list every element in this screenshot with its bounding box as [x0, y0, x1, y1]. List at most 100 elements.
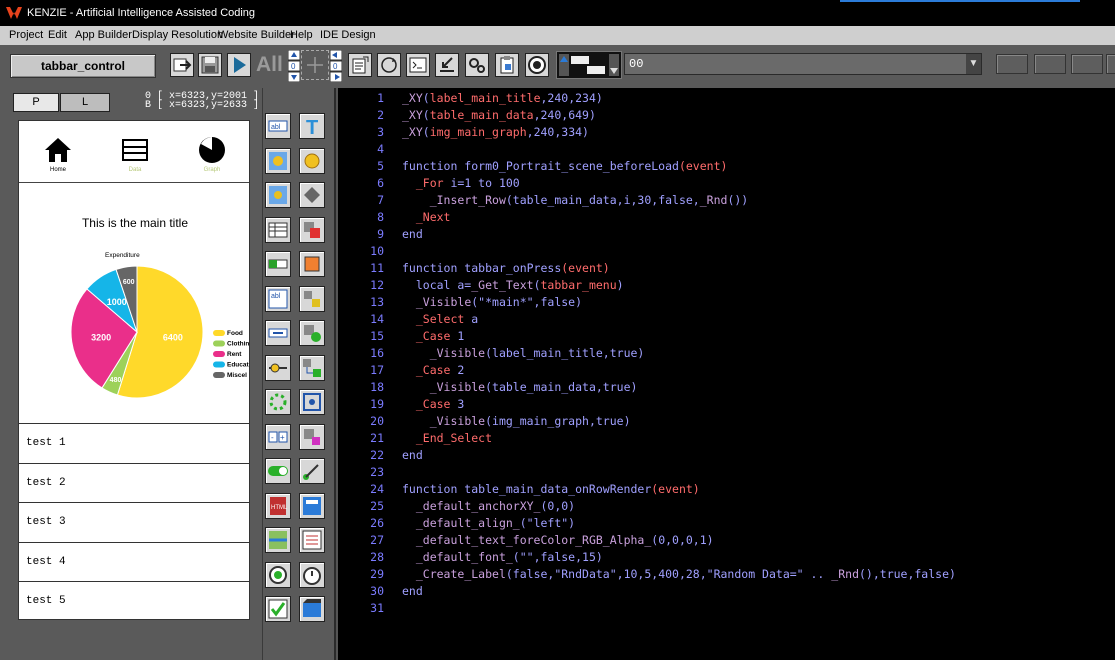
- code-line[interactable]: _Create_Label(false,"RndData",10,5,400,2…: [402, 567, 956, 581]
- main-data-table: test 1 test 2 test 3 test 4 test 5: [19, 423, 249, 619]
- menu-help[interactable]: Help: [290, 29, 313, 41]
- menu-website-builder[interactable]: Website Builder: [218, 29, 295, 41]
- checkbox-icon[interactable]: [265, 596, 291, 622]
- button-icon[interactable]: [299, 147, 325, 174]
- flow-icon[interactable]: [299, 354, 325, 381]
- code-line[interactable]: _XY(label_main_title,240,234): [402, 91, 603, 105]
- tabbar-item-graph[interactable]: Graph: [182, 135, 242, 173]
- video-icon[interactable]: [299, 596, 325, 622]
- tab-landscape[interactable]: L: [60, 93, 110, 112]
- radio-icon[interactable]: [265, 561, 291, 588]
- code-token: (table_main_data,true): [485, 380, 638, 394]
- code-line[interactable]: _default_align_("left"): [402, 516, 575, 530]
- settings-icon[interactable]: [465, 53, 489, 77]
- code-line[interactable]: end: [402, 584, 423, 598]
- code-line[interactable]: _Visible(table_main_data,true): [402, 380, 638, 394]
- toolbar-button-4[interactable]: [1106, 54, 1115, 74]
- properties-icon[interactable]: [348, 53, 372, 77]
- menu-ide-design[interactable]: IDE Design: [320, 29, 376, 41]
- code-line[interactable]: end: [402, 227, 423, 241]
- table-row[interactable]: test 2: [19, 462, 249, 503]
- code-line[interactable]: _default_font_("",false,15): [402, 550, 603, 564]
- textarea-icon[interactable]: abl: [265, 285, 291, 312]
- menu-edit[interactable]: Edit: [48, 29, 67, 41]
- code-line[interactable]: _Insert_Row(table_main_data,i,30,false,_…: [402, 193, 749, 207]
- layer-order-icon[interactable]: [556, 51, 622, 79]
- menu-app-builder[interactable]: App Builder: [75, 29, 132, 41]
- toolbar-button-1[interactable]: [996, 54, 1028, 74]
- shape-red-icon[interactable]: [299, 216, 325, 243]
- textbox-icon[interactable]: abl: [265, 113, 291, 139]
- path-icon[interactable]: [299, 458, 325, 484]
- stepper-icon[interactable]: - +: [265, 423, 291, 450]
- toolbar-button-3[interactable]: [1071, 54, 1103, 74]
- menu-project[interactable]: Project: [9, 29, 43, 41]
- code-line[interactable]: _XY(table_main_data,240,649): [402, 108, 596, 122]
- toggle-icon[interactable]: [265, 458, 291, 484]
- status-field[interactable]: 00: [624, 53, 982, 75]
- list-icon[interactable]: [299, 527, 325, 553]
- save-icon[interactable]: [198, 53, 222, 77]
- import-icon[interactable]: [435, 53, 459, 77]
- target-icon[interactable]: [525, 53, 549, 77]
- table-row[interactable]: test 4: [19, 541, 249, 582]
- code-line[interactable]: _Visible(img_main_graph,true): [402, 414, 631, 428]
- code-editor[interactable]: 1 _XY(label_main_title,240,234) 2 _XY(table…: [338, 88, 1115, 660]
- code-line[interactable]: _XY(img_main_graph,240,334): [402, 125, 589, 139]
- menu-display-resolution[interactable]: Display Resolution: [132, 29, 223, 41]
- slider-icon[interactable]: [265, 354, 291, 381]
- code-line[interactable]: _For i=1 to 100: [402, 176, 520, 190]
- code-line[interactable]: _Case 1: [402, 329, 464, 343]
- object-name-button[interactable]: tabbar_control: [10, 54, 156, 78]
- code-line[interactable]: _Visible(label_main_title,true): [402, 346, 645, 360]
- code-line[interactable]: _default_text_foreColor_RGB_Alpha_(0,0,0…: [402, 533, 714, 547]
- spinner-icon[interactable]: [265, 389, 291, 415]
- table-icon[interactable]: [265, 216, 291, 243]
- tabbar-item-data[interactable]: Data: [105, 135, 165, 173]
- code-line[interactable]: local a=_Get_Text(tabbar_menu): [402, 278, 624, 292]
- main-title-label: This is the main title: [81, 216, 189, 230]
- all-button[interactable]: All: [256, 51, 286, 79]
- timer-icon[interactable]: [299, 561, 325, 588]
- code-line[interactable]: _Next: [402, 210, 451, 224]
- move-icon[interactable]: [301, 50, 329, 80]
- code-line[interactable]: function form0_Portrait_scene_beforeLoad…: [402, 159, 727, 173]
- shape-small-icon[interactable]: [299, 285, 325, 312]
- code-line[interactable]: end: [402, 448, 423, 462]
- resize-arrows-icon[interactable]: 0: [329, 49, 343, 83]
- table-row[interactable]: test 5: [19, 581, 249, 619]
- image-gear-icon[interactable]: [265, 182, 291, 208]
- toolbar-button-2[interactable]: [1034, 54, 1066, 74]
- joint-icon[interactable]: [299, 389, 325, 415]
- tab-portrait[interactable]: P: [13, 93, 59, 112]
- input-icon[interactable]: [265, 320, 291, 346]
- export-icon[interactable]: [170, 53, 194, 77]
- console-icon[interactable]: [406, 53, 430, 77]
- chevron-down-icon[interactable]: ▼: [966, 54, 981, 74]
- refresh-icon[interactable]: [377, 53, 401, 77]
- code-line[interactable]: _Visible("*main*",false): [402, 295, 582, 309]
- shape-green-icon[interactable]: [299, 320, 325, 346]
- code-line[interactable]: function tabbar_onPress(event): [402, 261, 610, 275]
- shape-icon[interactable]: [299, 182, 325, 208]
- image-icon[interactable]: [265, 147, 291, 174]
- html-icon[interactable]: HTML: [265, 492, 291, 519]
- code-line[interactable]: _Case 3: [402, 397, 464, 411]
- code-line[interactable]: _End_Select: [402, 431, 492, 445]
- text-icon[interactable]: T: [299, 113, 325, 139]
- web-icon[interactable]: [299, 492, 325, 519]
- code-line[interactable]: _Select a: [402, 312, 478, 326]
- code-line[interactable]: function table_main_data_onRowRender(eve…: [402, 482, 700, 496]
- align-arrows-icon[interactable]: 0: [287, 49, 301, 83]
- tabbar-item-home[interactable]: Home: [28, 135, 88, 173]
- map-icon[interactable]: [265, 527, 291, 553]
- sprite-icon[interactable]: [299, 251, 325, 277]
- progress-icon[interactable]: [265, 251, 291, 277]
- code-line[interactable]: _default_anchorXY_(0,0): [402, 499, 575, 513]
- table-row[interactable]: test 3: [19, 502, 249, 542]
- code-line[interactable]: _Case 2: [402, 363, 464, 377]
- run-icon[interactable]: [227, 53, 251, 77]
- shape-pink-icon[interactable]: [299, 423, 325, 450]
- table-row[interactable]: test 1: [19, 423, 249, 463]
- clipboard-icon[interactable]: [495, 53, 519, 77]
